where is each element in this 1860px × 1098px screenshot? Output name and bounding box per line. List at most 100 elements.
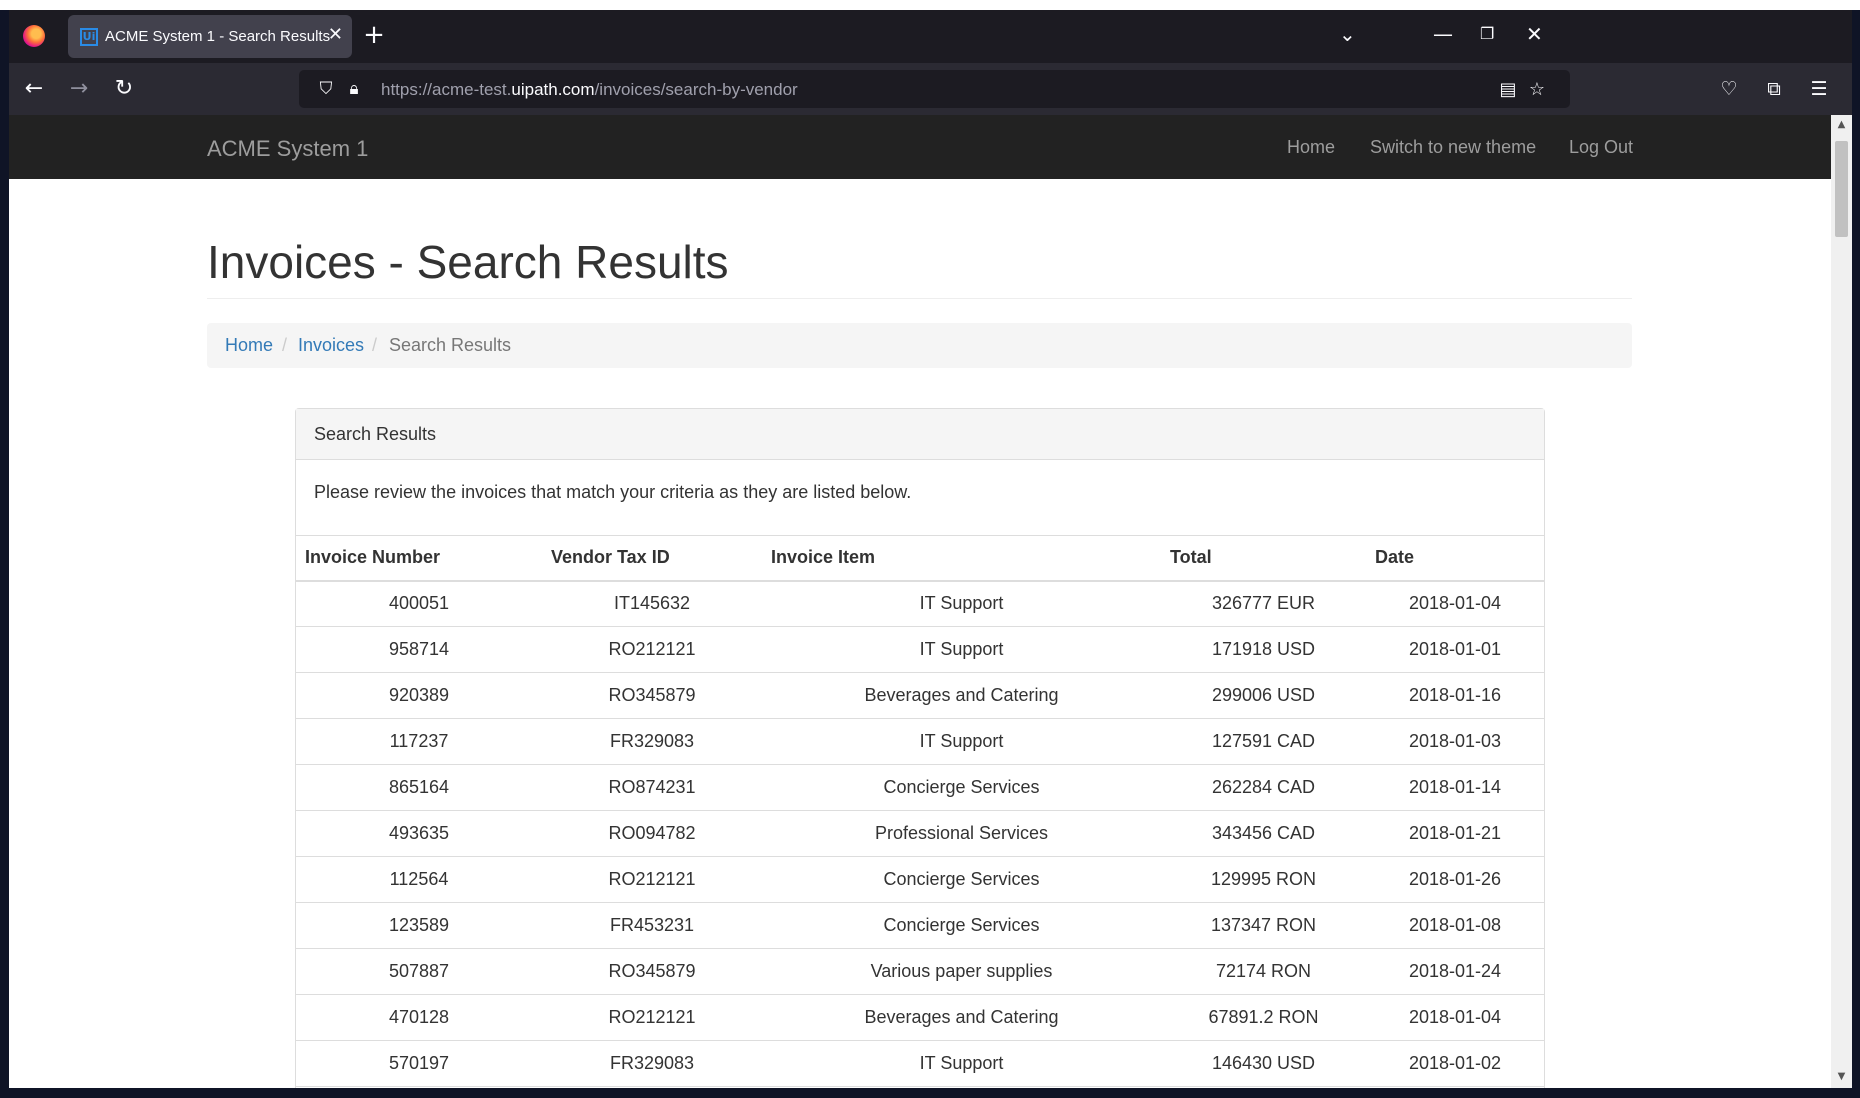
cell-invoice-item: IT Support	[762, 718, 1161, 765]
scroll-down-arrow-icon[interactable]: ▼	[1835, 1071, 1848, 1084]
list-all-tabs-chevron-icon[interactable]: ⌄	[1339, 22, 1356, 46]
cell-total: 127591 CAD	[1161, 718, 1366, 765]
restore-window-icon[interactable]: ❐	[1480, 24, 1494, 43]
url-text[interactable]: https://acme-test.uipath.com/invoices/se…	[381, 80, 798, 100]
new-tab-button[interactable]: +	[358, 20, 390, 52]
close-tab-icon[interactable]: ✕	[328, 24, 343, 45]
table-row: 570197 FR329083 IT Support 146430 USD 20…	[296, 1040, 1544, 1087]
cell-invoice-item: Beverages and Catering	[762, 672, 1161, 719]
cell-invoice-item: IT Support	[762, 1040, 1161, 1087]
reader-view-icon[interactable]: ▤	[1496, 78, 1520, 102]
cell-total: 326777 EUR	[1161, 580, 1366, 627]
header-vendor-tax-id: Vendor Tax ID	[542, 535, 762, 582]
cell-invoice-number: 570197	[296, 1040, 542, 1087]
url-prefix: https://acme-test.	[381, 80, 512, 99]
cell-date: 2018-01-21	[1366, 810, 1544, 857]
hamburger-menu-icon[interactable]: ☰	[1805, 75, 1833, 103]
browser-window: Ui ACME System 1 - Search Results ✕ + ⌄ …	[9, 10, 1852, 1088]
title-divider	[207, 298, 1632, 299]
cell-total: 72174 RON	[1161, 948, 1366, 995]
address-bar[interactable]: ⛉ 🔒︎ https://acme-test.uipath.com/invoic…	[299, 70, 1570, 108]
cell-invoice-item: Concierge Services	[762, 902, 1161, 949]
header-date: Date	[1366, 535, 1544, 582]
cell-date: 2018-01-24	[1366, 948, 1544, 995]
cell-date: 2018-01-01	[1366, 626, 1544, 673]
cell-invoice-item: IT Support	[762, 580, 1161, 627]
table-row: 112564 RO212121 Concierge Services 12999…	[296, 856, 1544, 903]
cell-invoice-number: 112564	[296, 856, 542, 903]
scrollbar-thumb[interactable]	[1835, 141, 1848, 237]
cell-invoice-item: Beverages and Catering	[762, 994, 1161, 1041]
minimize-window-icon[interactable]: —	[1433, 22, 1453, 46]
tab-title: ACME System 1 - Search Results	[105, 28, 331, 45]
cell-invoice-number: 400051	[296, 580, 542, 627]
cell-vendor-tax-id: FR329083	[542, 718, 762, 765]
site-brand[interactable]: ACME System 1	[207, 136, 368, 162]
table-row: 865164 RO874231 Concierge Services 26228…	[296, 764, 1544, 811]
table-row: 123589 FR453231 Concierge Services 13734…	[296, 902, 1544, 949]
tracking-shield-icon[interactable]: ⛉	[315, 78, 337, 100]
cell-invoice-number: 958714	[296, 626, 542, 673]
page-scrollbar[interactable]: ▲ ▼	[1831, 115, 1852, 1088]
search-results-panel: Search Results Please review the invoice…	[295, 408, 1545, 1088]
cell-total: 171918 USD	[1161, 626, 1366, 673]
bookmark-star-icon[interactable]: ☆	[1525, 78, 1549, 102]
firefox-icon[interactable]	[23, 25, 45, 47]
page-title: Invoices - Search Results	[207, 236, 729, 288]
breadcrumb-current: Search Results	[389, 335, 512, 355]
close-window-icon[interactable]: ✕	[1526, 22, 1543, 46]
breadcrumb-invoices-link[interactable]: Invoices	[298, 335, 364, 356]
panel-heading-text: Search Results	[314, 424, 437, 444]
cell-vendor-tax-id: FR329083	[542, 1040, 762, 1087]
nav-logout-link[interactable]: Log Out	[1569, 137, 1633, 158]
lock-icon[interactable]: 🔒︎	[343, 78, 365, 100]
cell-invoice-item: Concierge Services	[762, 764, 1161, 811]
cell-total: 262284 CAD	[1161, 764, 1366, 811]
header-invoice-number: Invoice Number	[296, 535, 542, 582]
cell-vendor-tax-id: RO212121	[542, 626, 762, 673]
cell-vendor-tax-id: RO212121	[542, 994, 762, 1041]
table-row: 920389 RO345879 Beverages and Catering 2…	[296, 672, 1544, 719]
cell-invoice-item: Various paper supplies	[762, 948, 1161, 995]
breadcrumb-home-link[interactable]: Home	[225, 335, 273, 356]
panel-heading: Search Results	[296, 409, 1544, 460]
tab-active[interactable]: Ui ACME System 1 - Search Results ✕	[68, 15, 352, 58]
cell-invoice-number: 920389	[296, 672, 542, 719]
browser-toolbar: ← → ↻ ⛉ 🔒︎ https://acme-test.uipath.com/…	[9, 63, 1852, 115]
cell-invoice-item: Concierge Services	[762, 856, 1161, 903]
table-row: 470128 RO212121 Beverages and Catering 6…	[296, 994, 1544, 1041]
cell-total: 67891.2 RON	[1161, 994, 1366, 1041]
cell-date: 2018-01-16	[1366, 672, 1544, 719]
cell-vendor-tax-id: FR453231	[542, 902, 762, 949]
screen-top-edge	[0, 0, 1860, 10]
cell-date: 2018-01-14	[1366, 764, 1544, 811]
pocket-icon[interactable]: ♡	[1715, 75, 1743, 103]
nav-switch-theme-link[interactable]: Switch to new theme	[1370, 137, 1536, 158]
cell-date: 2018-01-08	[1366, 902, 1544, 949]
scroll-up-arrow-icon[interactable]: ▲	[1835, 119, 1848, 132]
tab-strip: Ui ACME System 1 - Search Results ✕ + ⌄ …	[9, 10, 1852, 63]
cell-total: 299006 USD	[1161, 672, 1366, 719]
cell-date: 2018-01-02	[1366, 1040, 1544, 1087]
cell-invoice-number: 507887	[296, 948, 542, 995]
reload-icon[interactable]: ↻	[110, 75, 138, 103]
nav-home-link[interactable]: Home	[1287, 137, 1335, 158]
forward-arrow-icon[interactable]: →	[65, 75, 93, 103]
cell-vendor-tax-id: RO345879	[542, 948, 762, 995]
cell-invoice-number: 123589	[296, 902, 542, 949]
table-row: 958714 RO212121 IT Support 171918 USD 20…	[296, 626, 1544, 673]
breadcrumb-separator: /	[282, 335, 288, 355]
url-path: /invoices/search-by-vendor	[594, 80, 798, 99]
cell-total: 146430 USD	[1161, 1040, 1366, 1087]
table-row: 400051 IT145632 IT Support 326777 EUR 20…	[296, 580, 1544, 627]
table-row: 493635 RO094782 Professional Services 34…	[296, 810, 1544, 857]
cell-invoice-item: Professional Services	[762, 810, 1161, 857]
site-navbar: ACME System 1 Home Switch to new theme L…	[9, 115, 1831, 179]
table-body: 400051 IT145632 IT Support 326777 EUR 20…	[296, 580, 1544, 1087]
header-total: Total	[1161, 535, 1366, 582]
extensions-icon[interactable]: ⧉	[1760, 75, 1788, 103]
cell-date: 2018-01-04	[1366, 994, 1544, 1041]
back-arrow-icon[interactable]: ←	[20, 75, 48, 103]
cell-total: 343456 CAD	[1161, 810, 1366, 857]
cell-invoice-number: 470128	[296, 994, 542, 1041]
